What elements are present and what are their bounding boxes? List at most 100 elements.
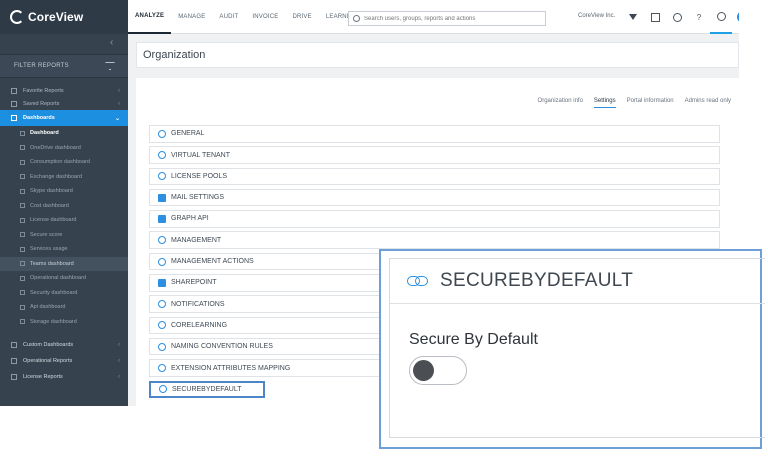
sidebar-subitem-operational[interactable]: Operational dashboard: [0, 271, 128, 286]
notifications-icon[interactable]: [710, 0, 732, 34]
securebydefault-panel: SECUREBYDEFAULT Secure By Default: [389, 258, 765, 438]
notification-icon: [158, 300, 166, 309]
section-label: CORELEARNING: [171, 321, 228, 329]
window-icon[interactable]: [644, 13, 666, 22]
gear-icon: [158, 236, 166, 245]
chevron-icon: ‹: [118, 374, 120, 380]
sidebar-subitem-onedrive[interactable]: OneDrive dashboard: [0, 141, 128, 156]
sidebar-list: Favorite Reports ‹ Saved Reports ‹ Dashb…: [0, 84, 128, 385]
sidebar-subitem-storage[interactable]: Storage dashboard: [0, 315, 128, 330]
graph-api-icon: [158, 214, 166, 223]
nav-manage[interactable]: MANAGE: [171, 0, 212, 34]
license-icon: [20, 217, 25, 223]
collapse-chevron-icon[interactable]: ‹: [110, 37, 113, 48]
sidebar-subitem-label: Exchange dashboard: [30, 173, 82, 180]
secure-by-default-toggle[interactable]: [409, 356, 467, 385]
sidebar-subitem-label: Security dashboard: [30, 289, 78, 296]
securebydefault-zoom-callout: SECUREBYDEFAULT Secure By Default: [379, 249, 765, 449]
operational-icon: [20, 275, 25, 281]
section-mail-settings[interactable]: MAIL SETTINGS: [149, 188, 720, 207]
section-label: EXTENSION ATTRIBUTES MAPPING: [171, 364, 291, 372]
section-management[interactable]: MANAGEMENT: [149, 231, 720, 249]
sidebar-subitem-security[interactable]: Security dashboard: [0, 286, 128, 301]
skype-icon: [20, 188, 25, 194]
help-icon[interactable]: ?: [688, 13, 710, 22]
exchange-icon: [20, 174, 25, 180]
tab-portal-information[interactable]: Portal information: [627, 98, 674, 108]
saved-icon: [11, 100, 17, 107]
chart-icon: [20, 159, 25, 165]
sidebar-subitem-secure-score[interactable]: Secure score: [0, 228, 128, 243]
tab-admins-read-only[interactable]: Admins read only: [685, 98, 731, 108]
sidebar-subitem-label: Cost dashboard: [30, 202, 69, 209]
section-label: SECUREBYDEFAULT: [172, 385, 242, 393]
sidebar-subitem-services-usage[interactable]: Services usage: [0, 242, 128, 257]
sidebar-item-label: Favorite Reports: [23, 87, 64, 94]
nav-invoice[interactable]: INVOICE: [245, 0, 285, 34]
sidebar-item-operational-reports[interactable]: Operational Reports ‹: [0, 353, 128, 369]
sidebar-item-custom-dashboards[interactable]: Custom Dashboards ‹: [0, 337, 128, 353]
filter-reports-label: FILTER REPORTS: [14, 63, 69, 69]
section-label: GENERAL: [171, 130, 205, 138]
cloud-icon: [20, 145, 25, 151]
funnel-icon[interactable]: [105, 62, 115, 70]
section-virtual-tenant[interactable]: VIRTUAL TENANT: [149, 146, 720, 164]
naming-icon: [158, 342, 166, 351]
link-icon: [158, 364, 166, 373]
sidebar-subitem-dashboard[interactable]: Dashboard: [0, 126, 128, 141]
license-reports-icon: [11, 374, 17, 380]
tenant-name[interactable]: CoreView Inc.: [578, 13, 615, 19]
nav-audit[interactable]: AUDIT: [212, 0, 245, 34]
section-graph-api[interactable]: GRAPH API: [149, 210, 720, 228]
sidebar-subitem-label: Operational dashboard: [30, 275, 86, 282]
section-securebydefault[interactable]: SECUREBYDEFAULT: [149, 380, 265, 399]
chevron-icon: ‹: [118, 87, 120, 94]
top-icons: ? AB: [622, 0, 739, 34]
sidebar-item-dashboards[interactable]: Dashboards ⌄: [0, 110, 128, 126]
sidebar-subitem-consumption[interactable]: Consumption dashboard: [0, 155, 128, 170]
section-license-pools[interactable]: LICENSE POOLS: [149, 167, 720, 186]
settings-icon[interactable]: [666, 13, 688, 22]
sidebar-subitem-skype[interactable]: Skype dashboard: [0, 184, 128, 199]
sidebar-subitem-license[interactable]: License dashboard: [0, 213, 128, 228]
sidebar-subitem-label: Secure score: [30, 231, 63, 238]
sidebar-subitem-teams[interactable]: Teams dashboard: [0, 256, 128, 271]
section-label: MANAGEMENT: [171, 236, 222, 244]
sidebar-item-label: Saved Reports: [23, 100, 60, 107]
filter-reports-bar[interactable]: FILTER REPORTS: [0, 54, 128, 78]
sidebar-subitem-label: Api dashboard: [30, 304, 66, 311]
sidebar-subitem-label: Teams dashboard: [30, 260, 74, 267]
sidebar-subitem-cost[interactable]: Cost dashboard: [0, 199, 128, 214]
avatar[interactable]: AB: [737, 11, 739, 23]
brand-logo[interactable]: CoreView: [0, 0, 128, 34]
section-general[interactable]: GENERAL: [149, 125, 720, 143]
teams-icon: [20, 261, 25, 267]
filter-icon[interactable]: [622, 14, 644, 20]
section-label: VIRTUAL TENANT: [171, 151, 230, 159]
nav-analyze[interactable]: ANALYZE: [128, 0, 172, 34]
sidebar-subitem-api[interactable]: Api dashboard: [0, 300, 128, 315]
section-label: GRAPH API: [171, 215, 209, 223]
nav-drive[interactable]: DRIVE: [285, 0, 318, 34]
gear-icon: [158, 129, 166, 138]
tab-organization-info[interactable]: Organization info: [538, 98, 583, 108]
section-label: LICENSE POOLS: [171, 172, 228, 180]
sidebar-item-saved-reports[interactable]: Saved Reports ‹: [0, 97, 128, 110]
link-icon: [407, 275, 428, 287]
search-input[interactable]: [364, 15, 544, 22]
reports-icon: [11, 358, 17, 364]
coreview-logo-icon: [10, 10, 24, 24]
sidebar-item-license-reports[interactable]: License Reports ‹: [0, 369, 128, 385]
chevron-icon: ‹: [118, 100, 120, 107]
sidebar-item-favorite-reports[interactable]: Favorite Reports ‹: [0, 84, 128, 97]
section-label: NOTIFICATIONS: [171, 300, 225, 308]
callout-body: Secure By Default: [390, 304, 765, 385]
cost-icon: [20, 203, 25, 209]
sidebar-subitem-label: OneDrive dashboard: [30, 144, 81, 151]
envelope-icon: [158, 193, 166, 202]
chevron-icon: ‹: [118, 342, 120, 348]
sidebar-subitem-exchange[interactable]: Exchange dashboard: [0, 170, 128, 185]
shield-icon: [20, 232, 25, 238]
tab-settings[interactable]: Settings: [593, 98, 616, 108]
dashboard-icon: [11, 115, 17, 121]
